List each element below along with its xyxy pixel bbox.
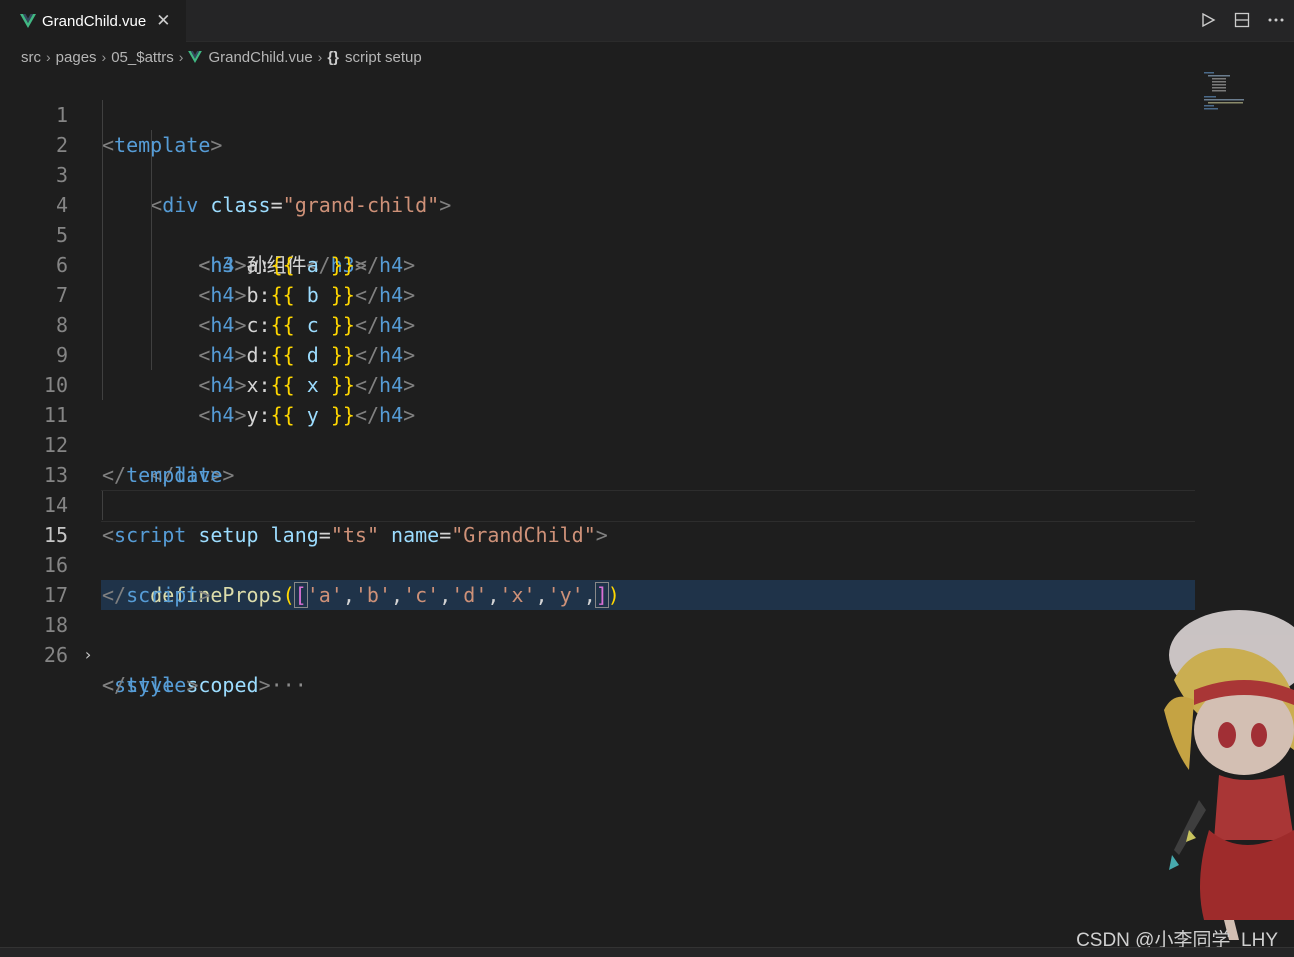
minimap[interactable] [1200, 70, 1260, 120]
indent-guide [102, 100, 103, 130]
breadcrumb-attrs[interactable]: 05_$attrs [111, 49, 174, 66]
chevron-right-icon[interactable]: › [80, 640, 96, 670]
more-icon[interactable] [1266, 10, 1286, 30]
code-line[interactable]: 12 </template> [0, 400, 1195, 487]
code-line[interactable]: 11 </div> [0, 370, 1195, 487]
code-line[interactable]: 4 <h4>a:{{ a }}</h4> [0, 160, 1195, 277]
code-line-current[interactable]: 15 defineProps(['a','b','c','d','x','y',… [0, 490, 1195, 608]
breadcrumb-script-setup[interactable]: script setup [345, 49, 422, 66]
run-icon[interactable] [1198, 10, 1218, 30]
vue-file-icon [188, 51, 203, 63]
chevron-right-icon: › [101, 49, 107, 65]
indent-guide [151, 130, 152, 160]
line-number: 26 [43, 643, 68, 667]
code-line[interactable]: 1 <template> [0, 70, 1195, 157]
code-line[interactable]: 9 <h4>y:{{ y }}</h4> [0, 310, 1195, 427]
code-line[interactable]: 5 <h4>b:{{ b }}</h4> [0, 190, 1195, 307]
code-line[interactable]: 26 </style> [0, 610, 1195, 697]
status-bar [0, 947, 1294, 957]
code-line[interactable]: 14 <script setup lang="ts" name="GrandCh… [0, 460, 1195, 547]
chevron-right-icon: › [178, 49, 184, 65]
code-editor[interactable]: 1 <template> 2 <div class="grand-child">… [0, 70, 1200, 940]
vue-file-icon [20, 14, 36, 28]
tab-title: GrandChild.vue [42, 12, 147, 30]
indent-guide [102, 130, 103, 160]
chevron-right-icon: › [317, 49, 323, 65]
code-line[interactable]: 2 <div class="grand-child"> [0, 100, 1195, 217]
code-line[interactable]: 16 </script> [0, 520, 1195, 607]
code-line[interactable]: 10 [0, 340, 1195, 397]
tab-grandchild-vue[interactable]: GrandChild.vue ✕ [0, 0, 186, 42]
breadcrumb-file[interactable]: GrandChild.vue [208, 49, 312, 66]
tab-bar: GrandChild.vue ✕ [0, 0, 1294, 42]
braces-icon: {} [327, 48, 340, 66]
code-line-folded[interactable]: 18 › <style scoped>··· [0, 580, 1195, 697]
split-editor-icon[interactable] [1232, 10, 1252, 30]
breadcrumb-pages[interactable]: pages [56, 49, 97, 66]
background-character-image [1164, 610, 1294, 940]
code-line[interactable]: 3 <h3>孙组件</h3> [0, 130, 1195, 277]
code-line[interactable]: 17 [0, 550, 1195, 607]
breadcrumb-src[interactable]: src [21, 49, 41, 66]
chevron-right-icon: › [46, 49, 51, 65]
breadcrumb: src › pages › 05_$attrs › GrandChild.vue… [21, 44, 422, 70]
code-line[interactable]: 7 <h4>d:{{ d }}</h4> [0, 250, 1195, 367]
code-line[interactable]: 6 <h4>c:{{ c }}</h4> [0, 220, 1195, 337]
code-line[interactable]: 8 <h4>x:{{ x }}</h4> [0, 280, 1195, 397]
code-line[interactable]: 13 [0, 430, 1195, 487]
close-icon[interactable]: ✕ [156, 12, 170, 30]
editor-actions [1198, 10, 1286, 30]
